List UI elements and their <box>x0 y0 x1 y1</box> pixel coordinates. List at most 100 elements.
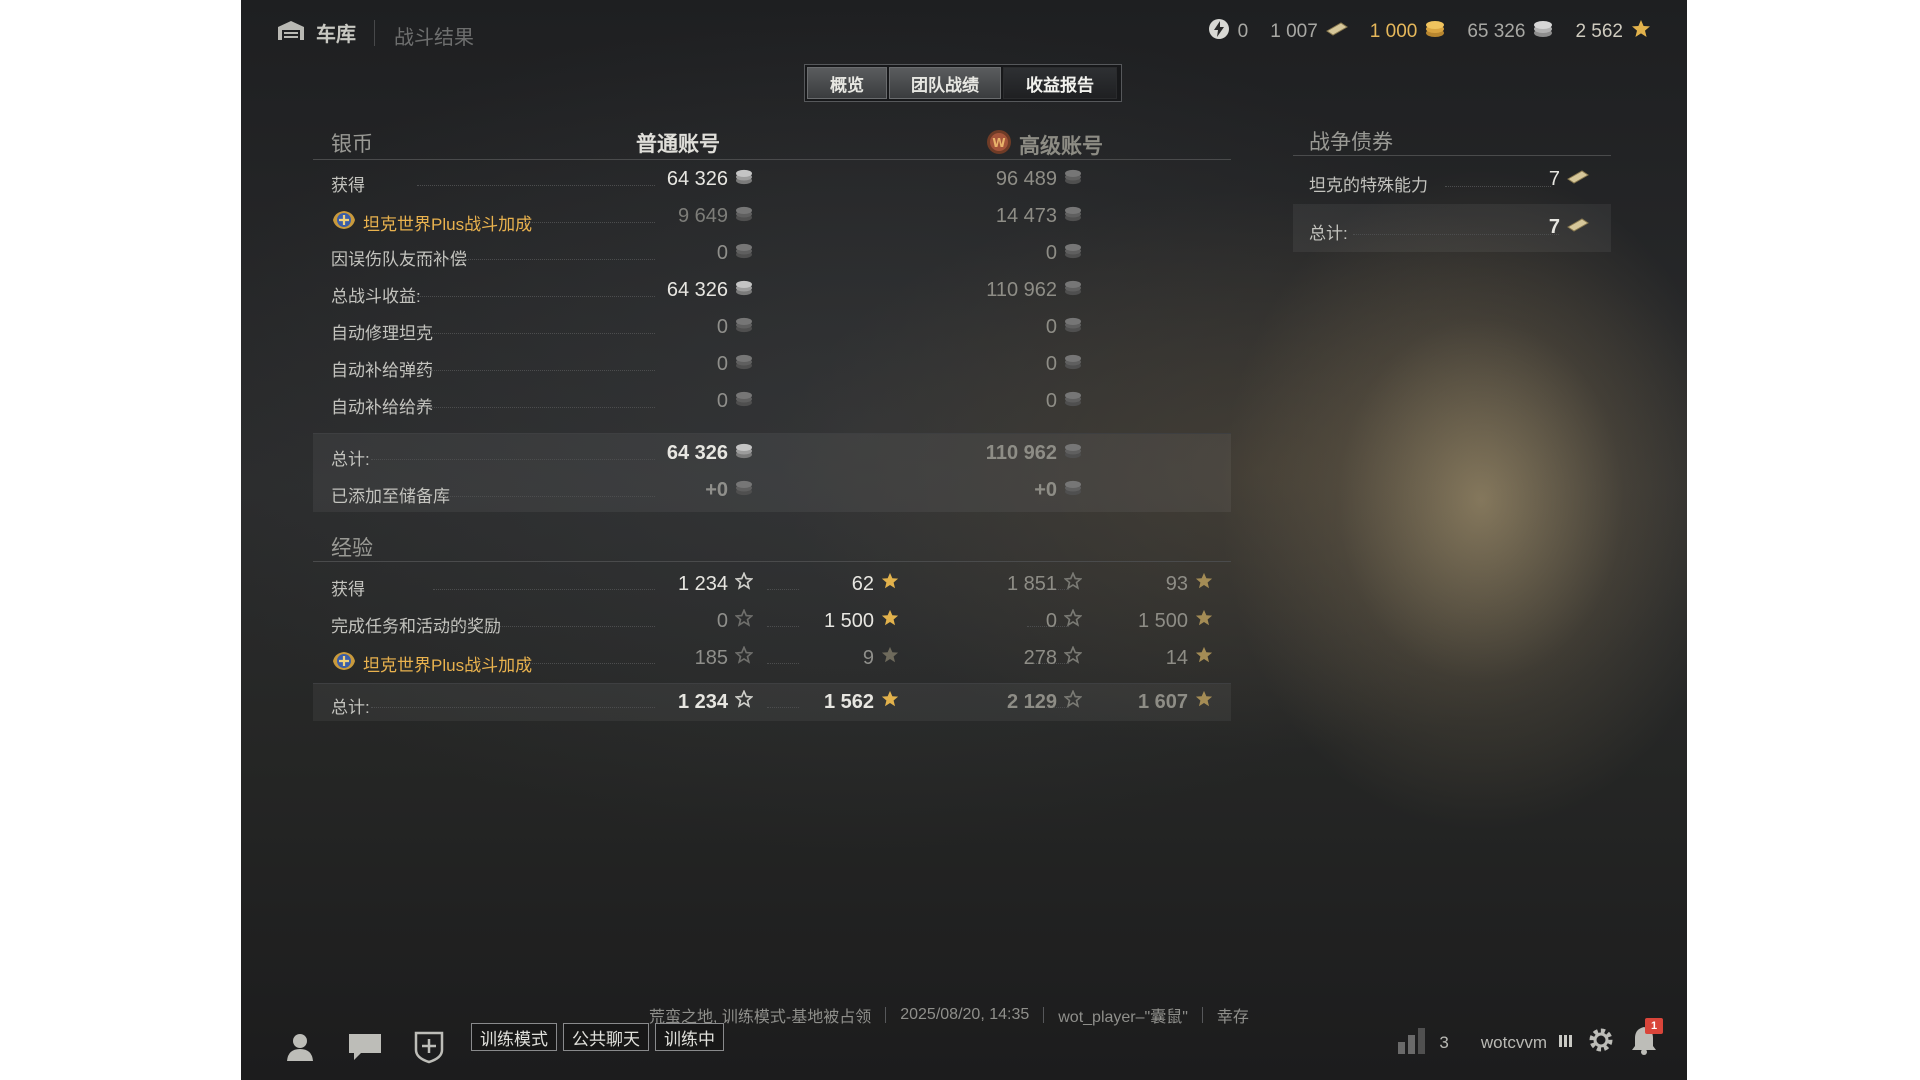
dotted-leader <box>417 370 655 371</box>
xp-row: 获得 1 234 62 1 851 93 <box>313 566 1231 603</box>
gold-counter[interactable]: 1 000 <box>1370 20 1446 44</box>
bond-icon <box>1567 216 1589 239</box>
premium-value: 0 <box>1046 242 1082 265</box>
premium-account-header: W 高级账号 <box>985 128 1103 162</box>
online-count: 3 <box>1439 1032 1449 1052</box>
std-free-xp-value-number: 9 <box>862 646 874 669</box>
public-chat-button[interactable]: 公共聊天 <box>563 1023 649 1051</box>
row-label-text: 获得 <box>331 176 365 195</box>
dotted-leader <box>417 185 655 186</box>
svg-text:W: W <box>992 136 1005 150</box>
row-label: 因误伤队友而补偿 <box>331 245 467 270</box>
premium-value-number: 0 <box>1045 242 1057 264</box>
divider <box>885 1007 887 1023</box>
currency-bar: 0 1 007 1 000 65 326 2 562 <box>1208 18 1651 46</box>
dotted-leader <box>443 496 655 497</box>
footer-icons <box>283 1030 445 1069</box>
silver-icon <box>735 316 753 339</box>
prem-xp-value-number: 0 <box>1045 609 1057 632</box>
username[interactable]: wotcvvm <box>1481 1033 1547 1053</box>
std-free-xp-value: 62 <box>852 572 899 596</box>
battle-player: wot_player–"囊鼠" <box>1058 1009 1188 1026</box>
credit-row: 总战斗收益: 64 326 110 962 <box>313 273 1231 310</box>
standard-value: 0 <box>717 316 753 339</box>
standard-value-number: 64 326 <box>666 279 728 301</box>
xp-total: 总计: 1 234 1 562 2 129 1 607 <box>313 683 1231 721</box>
garage-label: 车库 <box>316 24 356 46</box>
standard-value: 9 649 <box>678 205 753 228</box>
star-icon <box>1631 19 1651 45</box>
premium-value-number: 0 <box>1045 353 1057 375</box>
row-label: 自动修理坦克 <box>331 319 433 344</box>
garage-icon <box>276 19 306 46</box>
std-xp-value: 1 234 <box>677 571 754 596</box>
bonds-total-value: 7 <box>1549 216 1589 239</box>
credit-total-row: 总计: 64 326 110 962 <box>313 436 1231 473</box>
dotted-leader <box>417 296 655 297</box>
credit-rows: 获得 64 326 96 489 坦克世界Plus战斗加成 9 649 14 473 因误伤… <box>313 160 1231 421</box>
premium-value-number: 110 962 <box>985 442 1057 464</box>
row-label: 坦克世界Plus战斗加成 <box>331 649 532 678</box>
std-free-xp-value: 1 562 <box>824 690 899 714</box>
standard-value: +0 <box>705 479 753 502</box>
row-label-text: 总计: <box>331 450 370 469</box>
star-icon <box>734 608 754 633</box>
star-icon <box>881 690 899 714</box>
gear-icon[interactable] <box>1585 1024 1617 1061</box>
tab-overview[interactable]: 概览 <box>807 67 887 99</box>
xp-value: 2 562 <box>1575 21 1623 42</box>
chat-icon[interactable] <box>347 1031 383 1068</box>
standard-value-number: +0 <box>705 479 728 501</box>
xp-counter[interactable]: 2 562 <box>1575 19 1651 45</box>
in-training-button[interactable]: 训练中 <box>655 1023 724 1051</box>
silver-icon <box>1064 316 1082 339</box>
notification-badge: 1 <box>1645 1018 1663 1034</box>
game-window: 车库 战斗结果 0 1 007 1 000 65 326 2 562 概览 团队… <box>241 0 1687 1080</box>
free-xp-counter[interactable]: 0 <box>1208 18 1248 46</box>
footer-right: 3 wotcvvm 1 <box>1397 1018 1663 1061</box>
bonds-row-label: 坦克的特殊能力 <box>1309 176 1428 195</box>
premium-value: 0 <box>1046 390 1082 413</box>
battle-time: 2025/08/20, 14:35 <box>900 1006 1030 1023</box>
prem-free-xp-value-number: 1 607 <box>1137 690 1188 713</box>
prem-xp-value: 0 <box>1045 608 1083 633</box>
row-label-text: 自动补给弹药 <box>331 361 433 380</box>
profile-icon[interactable] <box>283 1030 317 1069</box>
standard-value-number: 0 <box>716 316 728 338</box>
garage-link[interactable]: 车库 <box>276 18 356 47</box>
row-label-text: 自动补给给养 <box>331 398 433 417</box>
standard-value-number: 0 <box>716 353 728 375</box>
credits-counter[interactable]: 65 326 <box>1467 20 1553 44</box>
divider <box>1201 1007 1203 1023</box>
silver-icon <box>1064 390 1082 413</box>
star-icon <box>1063 571 1083 596</box>
bonds-total-number: 7 <box>1548 216 1560 238</box>
notifications[interactable]: 1 <box>1629 1018 1663 1061</box>
clan-icon[interactable] <box>413 1030 445 1069</box>
star-icon <box>1195 609 1213 633</box>
star-icon <box>881 646 899 670</box>
std-xp-value-number: 1 234 <box>677 572 728 595</box>
std-xp-value-number: 185 <box>694 646 728 669</box>
tab-team-stats[interactable]: 团队战绩 <box>889 67 1001 99</box>
star-icon <box>881 609 899 633</box>
divider <box>1043 1007 1045 1023</box>
xp-row: 完成任务和活动的奖励 0 1 500 0 1 500 <box>313 603 1231 640</box>
bonds-row-value: 7 <box>1549 168 1589 191</box>
silver-icon <box>1533 20 1553 44</box>
silver-icon <box>735 479 753 502</box>
credit-row: 坦克世界Plus战斗加成 9 649 14 473 <box>313 199 1231 236</box>
standard-value-number: 64 326 <box>666 168 728 190</box>
silver-icon <box>735 168 753 191</box>
tab-income-report[interactable]: 收益报告 <box>1003 67 1117 99</box>
dotted-leader <box>525 663 655 664</box>
training-mode-button[interactable]: 训练模式 <box>471 1023 557 1051</box>
bonds-total-label: 总计: <box>1309 224 1348 243</box>
row-label: 自动补给弹药 <box>331 356 433 381</box>
row-label: 已添加至储备库 <box>331 482 450 507</box>
results-tabs: 概览 团队战绩 收益报告 <box>804 64 1122 102</box>
wot-plus-icon <box>331 649 357 678</box>
row-label: 自动补给给养 <box>331 393 433 418</box>
standard-value-number: 0 <box>716 242 728 264</box>
bonds-counter[interactable]: 1 007 <box>1270 21 1348 43</box>
